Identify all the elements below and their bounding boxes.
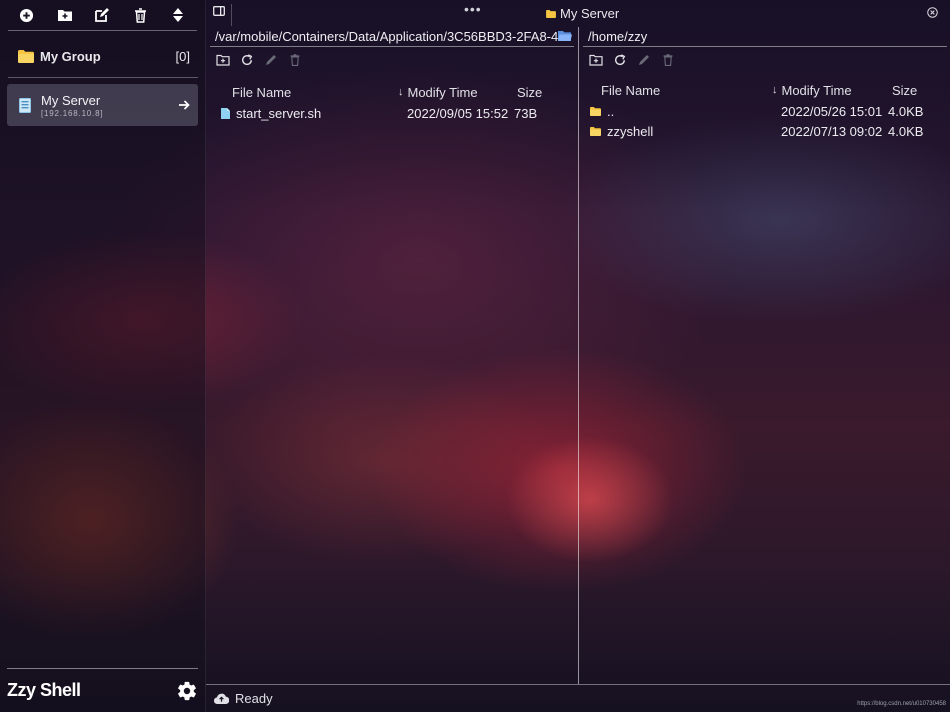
refresh-icon bbox=[242, 54, 253, 66]
sort-arrow-icon: ↓ bbox=[398, 86, 404, 98]
app-name: Zzy Shell bbox=[7, 680, 81, 700]
delete-button[interactable] bbox=[130, 5, 150, 25]
sidebar-toolbar bbox=[8, 0, 197, 31]
edit-button[interactable] bbox=[92, 5, 112, 25]
close-tab-icon[interactable] bbox=[927, 7, 938, 18]
local-pane-toolbar bbox=[210, 47, 574, 73]
remote-path: /home/zzy bbox=[588, 29, 648, 44]
sort-icon bbox=[173, 8, 184, 22]
watermark: https://blog.csdn.net/u010730458 bbox=[857, 701, 946, 707]
file-name: .. bbox=[607, 103, 615, 119]
server-name: My Server bbox=[41, 92, 101, 108]
file-size: 4.0KB bbox=[888, 123, 924, 139]
sort-arrow-icon: ↓ bbox=[772, 84, 778, 96]
col-modify-time[interactable]: ↓ Modify Time bbox=[772, 83, 892, 98]
add-server-button[interactable] bbox=[17, 5, 37, 25]
pane-divider[interactable] bbox=[578, 27, 579, 684]
remote-file-pane: /home/zzy File Name ↓ Modify Time Size .… bbox=[583, 27, 947, 683]
file-name-cell: zzyshell bbox=[590, 124, 781, 139]
server-item-my-server[interactable]: My Server [192.168.10.8] bbox=[7, 84, 198, 126]
trash-icon bbox=[290, 54, 300, 66]
col-size[interactable]: Size bbox=[517, 85, 542, 100]
new-folder-icon bbox=[216, 54, 230, 66]
local-path: /var/mobile/Containers/Data/Application/… bbox=[215, 29, 567, 44]
folder-icon bbox=[590, 126, 601, 136]
top-bar: ••• My Server bbox=[206, 0, 950, 27]
tab-title: My Server bbox=[560, 6, 620, 21]
folder-icon bbox=[546, 9, 556, 18]
file-row[interactable]: .. 2022/05/26 15:01 4.0KB bbox=[583, 101, 947, 121]
server-ip: [192.168.10.8] bbox=[41, 108, 104, 118]
remote-column-headers: File Name ↓ Modify Time Size bbox=[583, 79, 947, 101]
col-file-name[interactable]: File Name bbox=[232, 85, 398, 100]
file-name: zzyshell bbox=[607, 123, 654, 139]
folder-icon bbox=[18, 49, 34, 63]
group-item-my-group[interactable]: My Group [0] bbox=[8, 40, 198, 72]
divider bbox=[231, 4, 232, 26]
new-folder-button[interactable] bbox=[216, 53, 230, 67]
remote-pane-toolbar bbox=[583, 47, 947, 73]
local-path-bar[interactable]: /var/mobile/Containers/Data/Application/… bbox=[210, 27, 574, 47]
rename-button[interactable] bbox=[637, 53, 651, 67]
gear-icon[interactable] bbox=[176, 680, 198, 702]
group-label: My Group bbox=[40, 48, 101, 64]
sort-button[interactable] bbox=[168, 5, 188, 25]
col-file-name[interactable]: File Name bbox=[601, 83, 772, 98]
more-menu-button[interactable]: ••• bbox=[464, 1, 482, 17]
status-bar: Ready https://blog.csdn.net/u010730458 bbox=[206, 684, 950, 712]
delete-file-button[interactable] bbox=[661, 53, 675, 67]
local-column-headers: File Name ↓ Modify Time Size bbox=[210, 81, 574, 103]
tab-my-server[interactable]: My Server bbox=[546, 6, 619, 21]
status-text: Ready bbox=[235, 691, 273, 706]
file-row[interactable]: start_server.sh 2022/09/05 15:52 73B bbox=[210, 103, 574, 123]
divider bbox=[8, 77, 198, 78]
file-time: 2022/05/26 15:01 bbox=[781, 103, 883, 119]
file-name-cell: start_server.sh bbox=[221, 106, 407, 121]
col-modify-time[interactable]: ↓ Modify Time bbox=[398, 85, 517, 100]
arrow-right-icon[interactable] bbox=[179, 100, 190, 110]
file-time: 2022/09/05 15:52 bbox=[407, 105, 509, 121]
add-circle-icon bbox=[20, 8, 34, 22]
col-size[interactable]: Size bbox=[892, 83, 917, 98]
edit-icon bbox=[95, 8, 110, 22]
file-time: 2022/07/13 09:02 bbox=[781, 123, 883, 139]
pencil-icon bbox=[266, 55, 276, 65]
refresh-button[interactable] bbox=[240, 53, 254, 67]
sidebar: My Group [0] My Server [192.168.10.8] Zz… bbox=[0, 0, 206, 712]
trash-icon bbox=[134, 7, 146, 23]
new-group-button[interactable] bbox=[55, 5, 75, 25]
refresh-button[interactable] bbox=[613, 53, 627, 67]
new-folder-icon bbox=[57, 10, 72, 21]
group-count: [0] bbox=[175, 48, 190, 64]
folder-open-icon[interactable] bbox=[558, 30, 572, 42]
sidebar-footer: Zzy Shell bbox=[7, 668, 198, 712]
cloud-upload-icon bbox=[214, 693, 229, 704]
remote-path-bar[interactable]: /home/zzy bbox=[583, 27, 947, 47]
file-icon bbox=[221, 107, 230, 119]
new-folder-icon bbox=[589, 54, 603, 66]
file-name: start_server.sh bbox=[236, 105, 322, 121]
file-name-cell: .. bbox=[590, 104, 781, 119]
file-size: 73B bbox=[514, 105, 538, 121]
local-file-pane: /var/mobile/Containers/Data/Application/… bbox=[210, 27, 574, 683]
folder-icon bbox=[590, 106, 601, 116]
col-modify-time-label: Modify Time bbox=[781, 82, 852, 98]
rename-button[interactable] bbox=[264, 53, 278, 67]
col-modify-time-label: Modify Time bbox=[407, 84, 478, 100]
file-size: 4.0KB bbox=[888, 103, 924, 119]
server-texts: My Server [192.168.10.8] bbox=[41, 93, 179, 118]
server-icon bbox=[19, 97, 31, 113]
trash-icon bbox=[663, 54, 673, 66]
refresh-icon bbox=[615, 54, 626, 66]
new-folder-button[interactable] bbox=[589, 53, 603, 67]
file-row[interactable]: zzyshell 2022/07/13 09:02 4.0KB bbox=[583, 121, 947, 141]
delete-file-button[interactable] bbox=[288, 53, 302, 67]
pencil-icon bbox=[639, 55, 649, 65]
sidebar-toggle-icon[interactable] bbox=[213, 6, 225, 16]
